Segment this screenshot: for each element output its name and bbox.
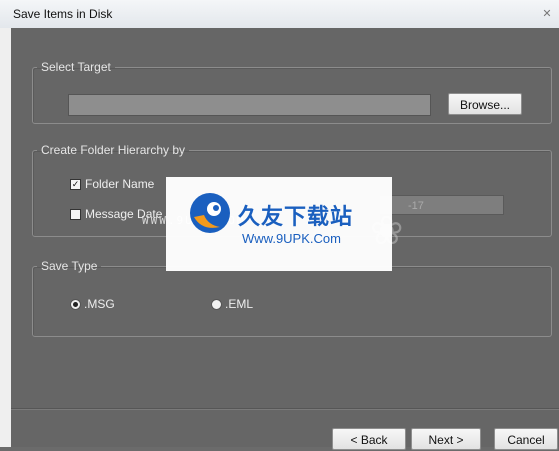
select-target-group: Select Target Browse... xyxy=(32,60,552,124)
select-target-legend: Select Target xyxy=(41,60,111,74)
window-left-edge xyxy=(0,28,11,447)
save-type-legend: Save Type xyxy=(41,259,98,273)
swirl-logo-icon xyxy=(190,193,230,233)
watermark-overlay: 久友下载站 Www.9UPK.Com xyxy=(166,177,392,271)
title-bar: Save Items in Disk ✕ xyxy=(0,0,559,29)
radio-msg[interactable]: .MSG xyxy=(70,297,115,311)
footer-separator xyxy=(11,408,559,410)
brand-chinese-text: 久友下载站 xyxy=(238,204,354,229)
checkbox-empty-icon xyxy=(70,208,81,220)
brand-url-text: Www.9UPK.Com xyxy=(242,231,341,246)
radio-msg-label: .MSG xyxy=(84,297,115,311)
browse-button[interactable]: Browse... xyxy=(448,93,522,115)
radio-eml-label: .EML xyxy=(225,297,254,311)
folder-hierarchy-legend: Create Folder Hierarchy by xyxy=(41,143,186,157)
radio-dot-icon xyxy=(70,298,81,310)
radio-eml[interactable]: .EML xyxy=(211,297,253,311)
target-path-field[interactable] xyxy=(68,94,431,116)
folder-name-label: Folder Name xyxy=(85,177,155,191)
window-title: Save Items in Disk xyxy=(13,7,113,21)
close-icon[interactable]: ✕ xyxy=(538,6,556,22)
folder-name-checkbox[interactable]: ✓ Folder Name xyxy=(70,177,154,191)
radio-empty-icon xyxy=(211,298,222,310)
check-icon: ✓ xyxy=(70,178,81,190)
